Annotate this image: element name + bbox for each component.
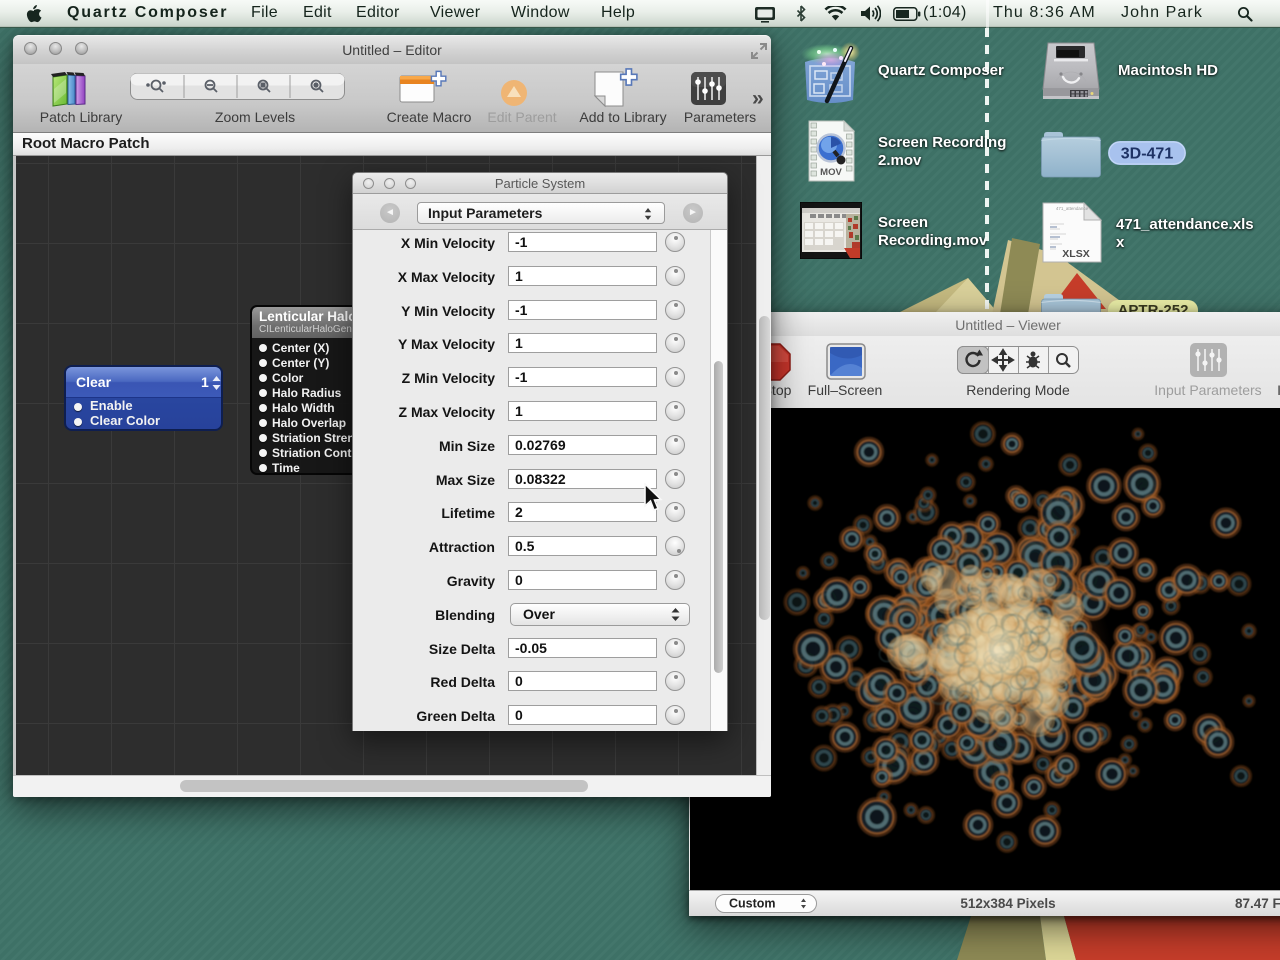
svg-text:3D-471: 3D-471	[1121, 146, 1174, 163]
svg-text:XLSX: XLSX	[1062, 248, 1089, 260]
svg-text:MOV: MOV	[820, 167, 842, 178]
svg-text:471_attendance: 471_attendance	[1056, 206, 1089, 211]
